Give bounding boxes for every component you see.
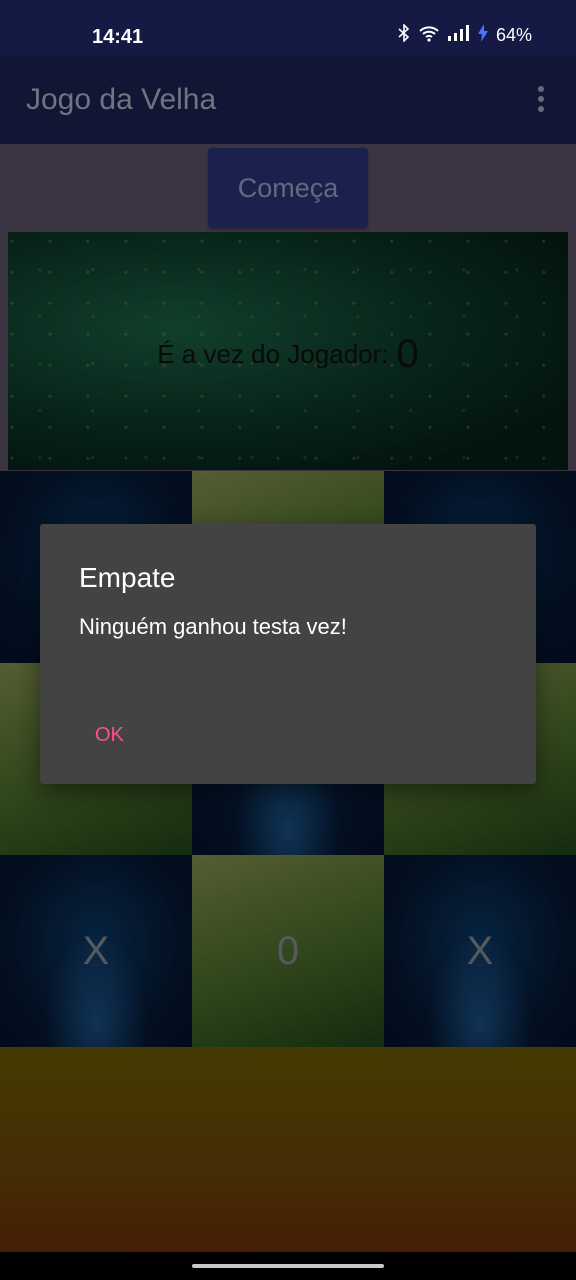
bluetooth-icon: [398, 23, 410, 47]
ok-button[interactable]: OK: [95, 724, 124, 747]
battery-percent: 64%: [495, 25, 532, 45]
signal-icon: [447, 25, 470, 46]
turn-label: É a vez do Jogador:: [157, 339, 389, 369]
turn-indicator: É a vez do Jogador: 0: [8, 332, 568, 377]
dialog-message: Ninguém ganhou testa vez!: [79, 614, 347, 639]
nav-bar: [0, 1252, 576, 1280]
home-handle[interactable]: [192, 1264, 384, 1268]
charging-icon: [477, 24, 488, 47]
current-player: 0: [396, 332, 419, 376]
status-time: 14:41: [92, 26, 144, 48]
wifi-icon: [418, 24, 440, 47]
status-bar: 14:41 64%: [0, 0, 576, 56]
dialog-title: Empate: [79, 562, 176, 593]
draw-dialog: Empate Ninguém ganhou testa vez! OK: [40, 524, 536, 784]
status-icons: 64%: [398, 23, 532, 47]
